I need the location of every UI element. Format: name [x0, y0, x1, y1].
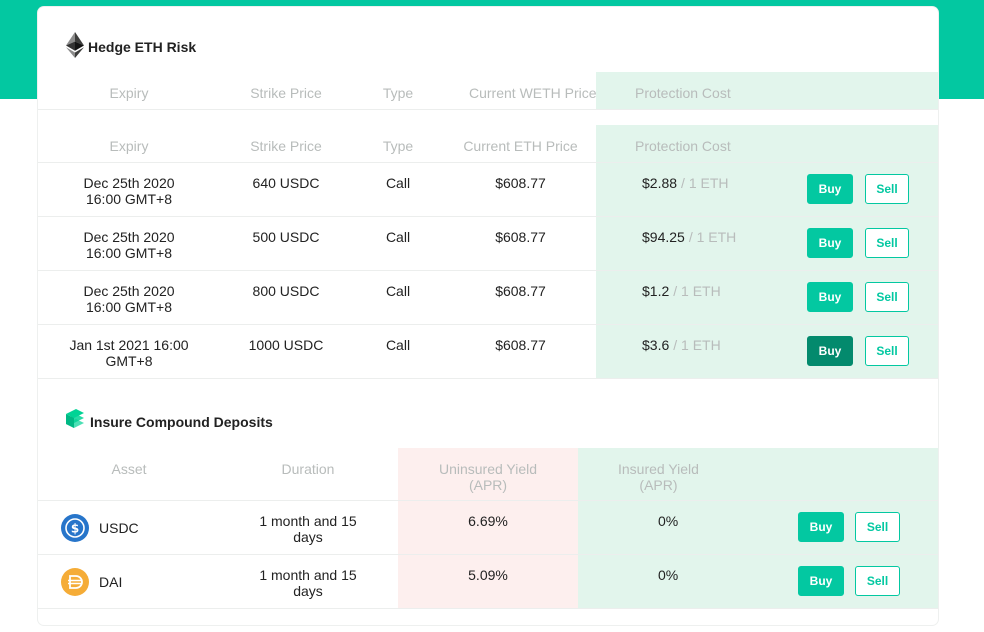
sell-button[interactable]: Sell: [865, 282, 909, 312]
asset-cell: DAI: [61, 555, 221, 608]
cost-unit: / 1 ETH: [673, 337, 721, 353]
col-header-insured-yield: Insured Yield (APR): [578, 448, 938, 500]
buy-button[interactable]: Buy: [807, 228, 853, 258]
compound-section-title: Insure Compound Deposits: [64, 408, 273, 435]
col-header-eth-price: Current ETH Price: [463, 138, 578, 154]
duration-cell: 1 month and 15 days: [259, 513, 357, 545]
uninsured-yield-cell: 6.69%: [398, 501, 578, 554]
expiry-cell: Dec 25th 2020 16:00 GMT+8: [83, 175, 175, 207]
hedge-section-title: Hedge ETH Risk: [66, 32, 196, 61]
col-header-duration: Duration: [281, 461, 335, 477]
price-cell: $608.77: [495, 229, 546, 245]
expiry-cell: Dec 25th 2020 16:00 GMT+8: [83, 283, 175, 315]
col-header-uninsured-yield: Uninsured Yield (APR): [398, 448, 578, 500]
strike-cell: 500 USDC: [252, 229, 320, 245]
expiry-cell: Jan 1st 2021 16:00 GMT+8: [69, 337, 189, 369]
duration-cell: 1 month and 15 days: [259, 567, 357, 599]
uninsured-yield-cell: 5.09%: [398, 555, 578, 608]
usdc-icon: $: [61, 513, 89, 542]
price-cell: $608.77: [495, 175, 546, 191]
strike-cell: 1000 USDC: [248, 337, 324, 353]
sell-button[interactable]: Sell: [855, 512, 900, 542]
table-row: Dec 25th 2020 16:00 GMT+8 640 USDC Call $60…: [38, 163, 938, 217]
buy-button[interactable]: Buy: [798, 566, 844, 596]
cost-unit: / 1 ETH: [681, 175, 729, 191]
strike-cell: 800 USDC: [252, 283, 320, 299]
compound-icon: [64, 408, 86, 435]
buy-button[interactable]: Buy: [807, 336, 853, 366]
dai-icon: [61, 567, 89, 596]
asset-cell: $ USDC: [61, 501, 221, 554]
cost-value: $94.25: [642, 229, 685, 245]
expiry-cell: Dec 25th 2020 16:00 GMT+8: [83, 229, 175, 261]
sell-button[interactable]: Sell: [865, 336, 909, 366]
cost-value: $1.2: [642, 283, 670, 299]
table-row: $ USDC 1 month and 15 days 6.69% 0% Buy Sell: [38, 501, 938, 555]
buy-button[interactable]: Buy: [807, 174, 853, 204]
sell-button[interactable]: Sell: [865, 228, 909, 258]
cost-value: $2.88: [642, 175, 678, 191]
main-card: Hedge ETH Risk Expiry Strike Price Type …: [38, 7, 938, 625]
col-header-expiry: Expiry: [109, 85, 149, 101]
type-cell: Call: [385, 175, 411, 191]
col-header-strike: Strike Price: [250, 138, 322, 154]
buy-button[interactable]: Buy: [807, 282, 853, 312]
col-header-weth-price: Current WETH Price: [469, 85, 597, 101]
type-cell: Call: [385, 283, 411, 299]
sell-button[interactable]: Sell: [865, 174, 909, 204]
col-header-expiry: Expiry: [109, 138, 149, 154]
asset-name: USDC: [99, 519, 139, 536]
hedge-table-header: Expiry Strike Price Type Current ETH Pri…: [38, 125, 938, 163]
col-header-type: Type: [382, 85, 414, 101]
col-header-asset: Asset: [111, 461, 147, 477]
price-cell: $608.77: [495, 337, 546, 353]
sell-button[interactable]: Sell: [855, 566, 900, 596]
col-header-protection-cost: Protection Cost: [596, 72, 938, 109]
compound-table-header: Asset Duration Uninsured Yield (APR) Ins…: [38, 448, 938, 501]
price-cell: $608.77: [495, 283, 546, 299]
ethereum-icon: [66, 32, 84, 61]
col-header-protection-cost: Protection Cost: [596, 125, 938, 162]
table-row: Dec 25th 2020 16:00 GMT+8 500 USDC Call $60…: [38, 217, 938, 271]
hedge-title-text: Hedge ETH Risk: [88, 38, 197, 55]
col-header-type: Type: [382, 138, 414, 154]
table-row: DAI 1 month and 15 days 5.09% 0% Buy Sell: [38, 555, 938, 609]
svg-text:$: $: [71, 521, 79, 535]
compound-title-text: Insure Compound Deposits: [90, 413, 273, 430]
cost-unit: / 1 ETH: [673, 283, 721, 299]
type-cell: Call: [385, 229, 411, 245]
type-cell: Call: [385, 337, 411, 353]
strike-cell: 640 USDC: [252, 175, 320, 191]
buy-button[interactable]: Buy: [798, 512, 844, 542]
table-row: Dec 25th 2020 16:00 GMT+8 800 USDC Call $60…: [38, 271, 938, 325]
table-row: Jan 1st 2021 16:00 GMT+8 1000 USDC Call $60…: [38, 325, 938, 379]
col-header-strike: Strike Price: [250, 85, 322, 101]
cost-unit: / 1 ETH: [688, 229, 737, 245]
asset-name: DAI: [99, 573, 123, 590]
hedge-sticky-header: Expiry Strike Price Type Current WETH Pr…: [38, 72, 938, 110]
cost-value: $3.6: [642, 337, 670, 353]
